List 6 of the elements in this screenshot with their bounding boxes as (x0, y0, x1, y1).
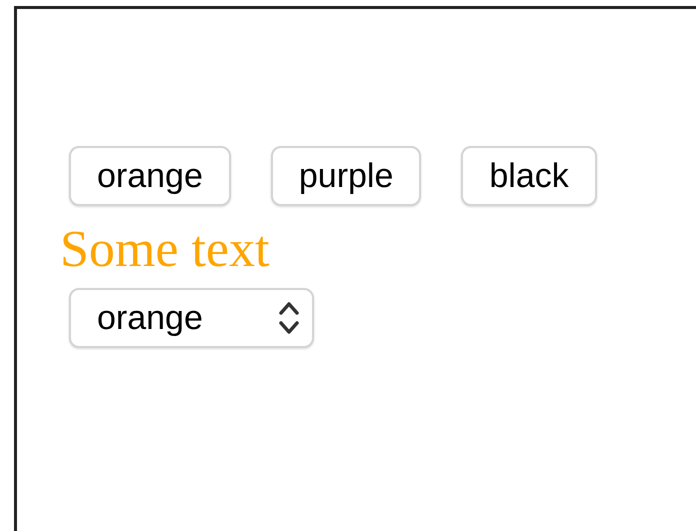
color-button[interactable]: black (461, 146, 597, 206)
chevrons-icon (278, 300, 300, 336)
color-button[interactable]: orange (69, 146, 231, 206)
sample-text: Some text (60, 220, 270, 280)
color-select[interactable]: orange (69, 288, 314, 348)
color-button[interactable]: purple (270, 146, 422, 206)
